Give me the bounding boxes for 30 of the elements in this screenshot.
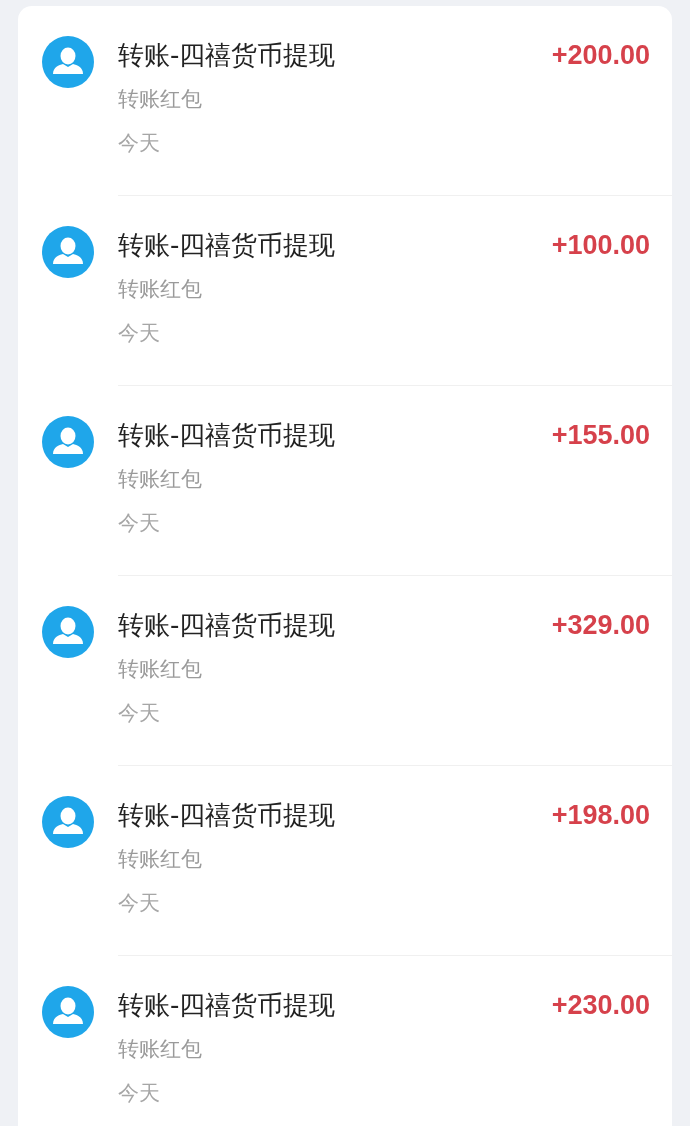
transaction-type: 转账红包: [118, 276, 203, 303]
transaction-type: 转账红包: [118, 656, 203, 683]
transaction-type: 转账红包: [118, 1036, 203, 1063]
transaction-date: 今天: [118, 130, 161, 157]
transaction-title: 转账-四禧货币提现: [118, 989, 336, 1022]
transaction-date: 今天: [118, 510, 161, 537]
transaction-type: 转账红包: [118, 846, 203, 873]
transaction-date: 今天: [118, 700, 161, 727]
user-avatar-icon: [42, 416, 94, 468]
transaction-title: 转账-四禧货币提现: [118, 799, 336, 832]
transaction-title: 转账-四禧货币提现: [118, 609, 336, 642]
transaction-type: 转账红包: [118, 466, 203, 493]
transaction-amount: +230.00: [551, 989, 650, 1022]
transaction-title: 转账-四禧货币提现: [118, 39, 336, 72]
user-avatar-icon: [42, 36, 94, 88]
transaction-amount: +200.00: [551, 39, 650, 72]
user-avatar-icon: [42, 226, 94, 278]
transaction-amount: +155.00: [551, 419, 650, 452]
transaction-date: 今天: [118, 890, 161, 917]
transaction-title: 转账-四禧货币提现: [118, 229, 336, 262]
transaction-date: 今天: [118, 1080, 161, 1107]
transaction-type: 转账红包: [118, 86, 203, 113]
user-avatar-icon: [42, 986, 94, 1038]
transaction-title: 转账-四禧货币提现: [118, 419, 336, 452]
transaction-amount: +198.00: [551, 799, 650, 832]
transaction-date: 今天: [118, 320, 161, 347]
transaction-amount: +100.00: [551, 229, 650, 262]
user-avatar-icon: [42, 796, 94, 848]
transaction-amount: +329.00: [551, 609, 650, 642]
user-avatar-icon: [42, 606, 94, 658]
